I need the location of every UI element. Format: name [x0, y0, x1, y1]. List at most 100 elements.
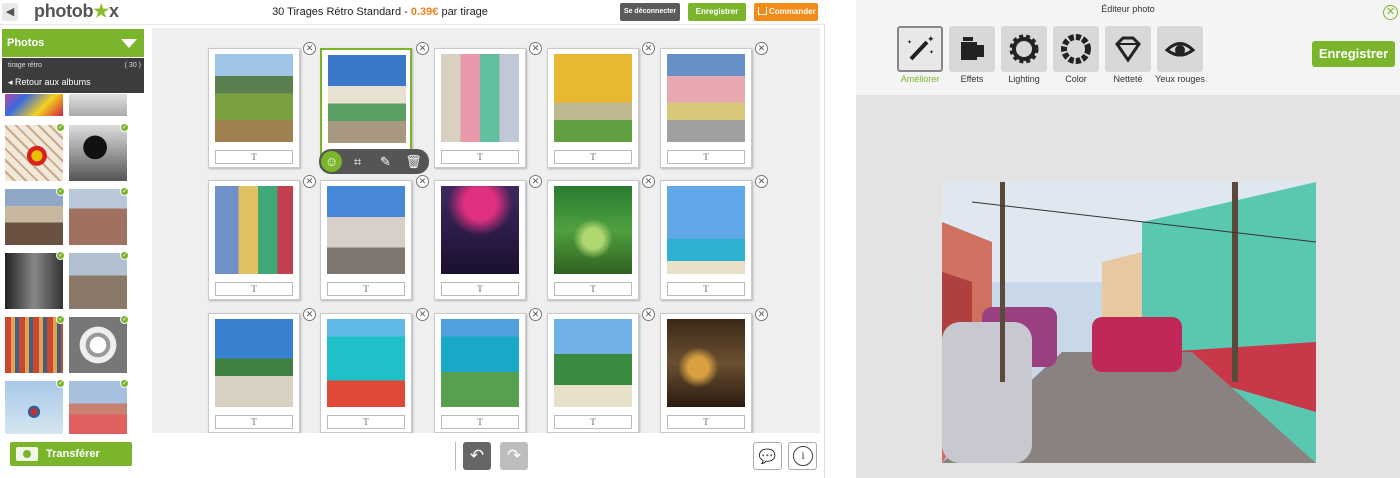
remove-photo-icon[interactable]: ✕: [416, 308, 429, 321]
photo: [554, 319, 632, 407]
check-icon: ✓: [56, 123, 65, 132]
remove-photo-icon[interactable]: ✕: [529, 308, 542, 321]
transfer-button[interactable]: Transférer: [10, 442, 132, 466]
order-title: 30 Tirages Rétro Standard - 0.39€ par ti…: [272, 6, 488, 18]
photo-card[interactable]: T: [434, 313, 526, 433]
caption-field[interactable]: T: [667, 282, 745, 296]
remove-photo-icon[interactable]: ✕: [416, 42, 429, 55]
photo: [215, 319, 293, 407]
thumbnail[interactable]: [5, 94, 63, 116]
photo: [215, 54, 293, 142]
tool-lighting[interactable]: [1001, 26, 1047, 72]
thumbnail[interactable]: ✓: [69, 187, 129, 245]
caption-field[interactable]: T: [441, 282, 519, 296]
photo-card[interactable]: T: [434, 48, 526, 168]
trash-icon[interactable]: 🗑: [403, 151, 424, 172]
remove-photo-icon[interactable]: ✕: [416, 175, 429, 188]
photo-card[interactable]: T: [434, 180, 526, 300]
photo-card[interactable]: T: [660, 180, 752, 300]
color-wheel-icon: [1061, 34, 1091, 64]
photo: [328, 55, 406, 143]
photo: [667, 54, 745, 142]
thumbnail[interactable]: ✓: [5, 315, 65, 373]
caption-field[interactable]: T: [327, 282, 405, 296]
thumbnail[interactable]: ✓: [5, 187, 65, 245]
save-button[interactable]: Enregistrer: [688, 3, 746, 21]
caption-field[interactable]: T: [554, 415, 632, 429]
crop-icon[interactable]: ⌗: [347, 151, 368, 172]
photo: [667, 186, 745, 274]
photo-card[interactable]: T: [547, 313, 639, 433]
caption-field[interactable]: T: [441, 150, 519, 164]
remove-photo-icon[interactable]: ✕: [642, 308, 655, 321]
tool-effects[interactable]: [949, 26, 995, 72]
album-filter: tirage rétro: [8, 62, 42, 69]
info-icon[interactable]: i: [788, 442, 817, 470]
caption-field[interactable]: T: [667, 415, 745, 429]
tool-color[interactable]: [1053, 26, 1099, 72]
photo-card[interactable]: T: [660, 313, 752, 433]
tool-red-eyes[interactable]: [1157, 26, 1203, 72]
remove-photo-icon[interactable]: ✕: [303, 308, 316, 321]
tool-label: Color: [1065, 74, 1087, 84]
close-icon[interactable]: ✕: [1383, 5, 1398, 20]
remove-photo-icon[interactable]: ✕: [529, 175, 542, 188]
photo-card[interactable]: T: [547, 180, 639, 300]
remove-photo-icon[interactable]: ✕: [303, 175, 316, 188]
caption-field[interactable]: T: [327, 415, 405, 429]
caption-field[interactable]: T: [215, 282, 293, 296]
thumbnail[interactable]: ✓: [69, 123, 129, 181]
photobox-logo[interactable]: photob★x: [34, 1, 119, 22]
remove-photo-icon[interactable]: ✕: [303, 42, 316, 55]
redo-icon[interactable]: ↷: [500, 442, 528, 470]
photo-card[interactable]: T: [208, 180, 300, 300]
photo: [215, 186, 293, 274]
photo: [554, 54, 632, 142]
svg-text:✦: ✦: [929, 49, 934, 56]
thumbnail[interactable]: ✓: [69, 251, 129, 309]
tool-sharpness[interactable]: [1105, 26, 1151, 72]
caption-field[interactable]: T: [554, 282, 632, 296]
svg-text:✦: ✦: [907, 39, 912, 46]
back-to-albums-link[interactable]: ◂ Retour aux albums: [8, 77, 91, 88]
photo-card[interactable]: T: [320, 180, 412, 300]
thumbnail[interactable]: ✓: [69, 379, 129, 434]
photo-card[interactable]: T: [547, 48, 639, 168]
photo-card[interactable]: T: [320, 313, 412, 433]
back-arrow-icon[interactable]: ◀: [2, 3, 18, 21]
remove-photo-icon[interactable]: ✕: [642, 42, 655, 55]
photos-dropdown[interactable]: Photos: [2, 29, 144, 57]
caption-field[interactable]: T: [667, 150, 745, 164]
thumbnail[interactable]: ✓: [5, 251, 65, 309]
smiley-icon[interactable]: ☺: [321, 151, 342, 172]
photo-card[interactable]: T: [208, 313, 300, 433]
thumbnail[interactable]: ✓: [5, 123, 65, 181]
caption-field[interactable]: T: [215, 150, 293, 164]
thumbnail[interactable]: ✓: [5, 379, 65, 434]
remove-photo-icon[interactable]: ✕: [642, 175, 655, 188]
tool-label: Améliorer: [900, 74, 940, 84]
thumbnail[interactable]: [69, 94, 127, 116]
photo-card[interactable]: T: [660, 48, 752, 168]
editor-save-button[interactable]: Enregistrer: [1312, 41, 1395, 67]
logout-button[interactable]: Se déconnecter: [620, 3, 680, 21]
photo-card[interactable]: T: [208, 48, 300, 168]
chevron-down-icon: [121, 39, 137, 48]
caption-field[interactable]: T: [441, 415, 519, 429]
thumbnail[interactable]: ✓: [69, 315, 129, 373]
editor-canvas-area: [856, 95, 1400, 478]
magic-wand-icon: ✦ ✦ ✦: [907, 34, 935, 61]
remove-photo-icon[interactable]: ✕: [755, 308, 768, 321]
brush-icon[interactable]: ✎: [375, 151, 396, 172]
remove-photo-icon[interactable]: ✕: [755, 175, 768, 188]
thumbnail-grid: ✓ ✓ ✓ ✓ ✓ ✓ ✓ ✓ ✓ ✓: [5, 94, 140, 434]
tool-enhance[interactable]: ✦ ✦ ✦: [897, 26, 943, 72]
remove-photo-icon[interactable]: ✕: [529, 42, 542, 55]
undo-icon[interactable]: ↶: [463, 442, 491, 470]
caption-field[interactable]: T: [215, 415, 293, 429]
chat-icon[interactable]: 💬: [753, 442, 782, 470]
remove-photo-icon[interactable]: ✕: [755, 42, 768, 55]
caption-field[interactable]: T: [554, 150, 632, 164]
order-button[interactable]: Commander: [754, 3, 818, 21]
tool-label: Lighting: [1008, 74, 1040, 84]
